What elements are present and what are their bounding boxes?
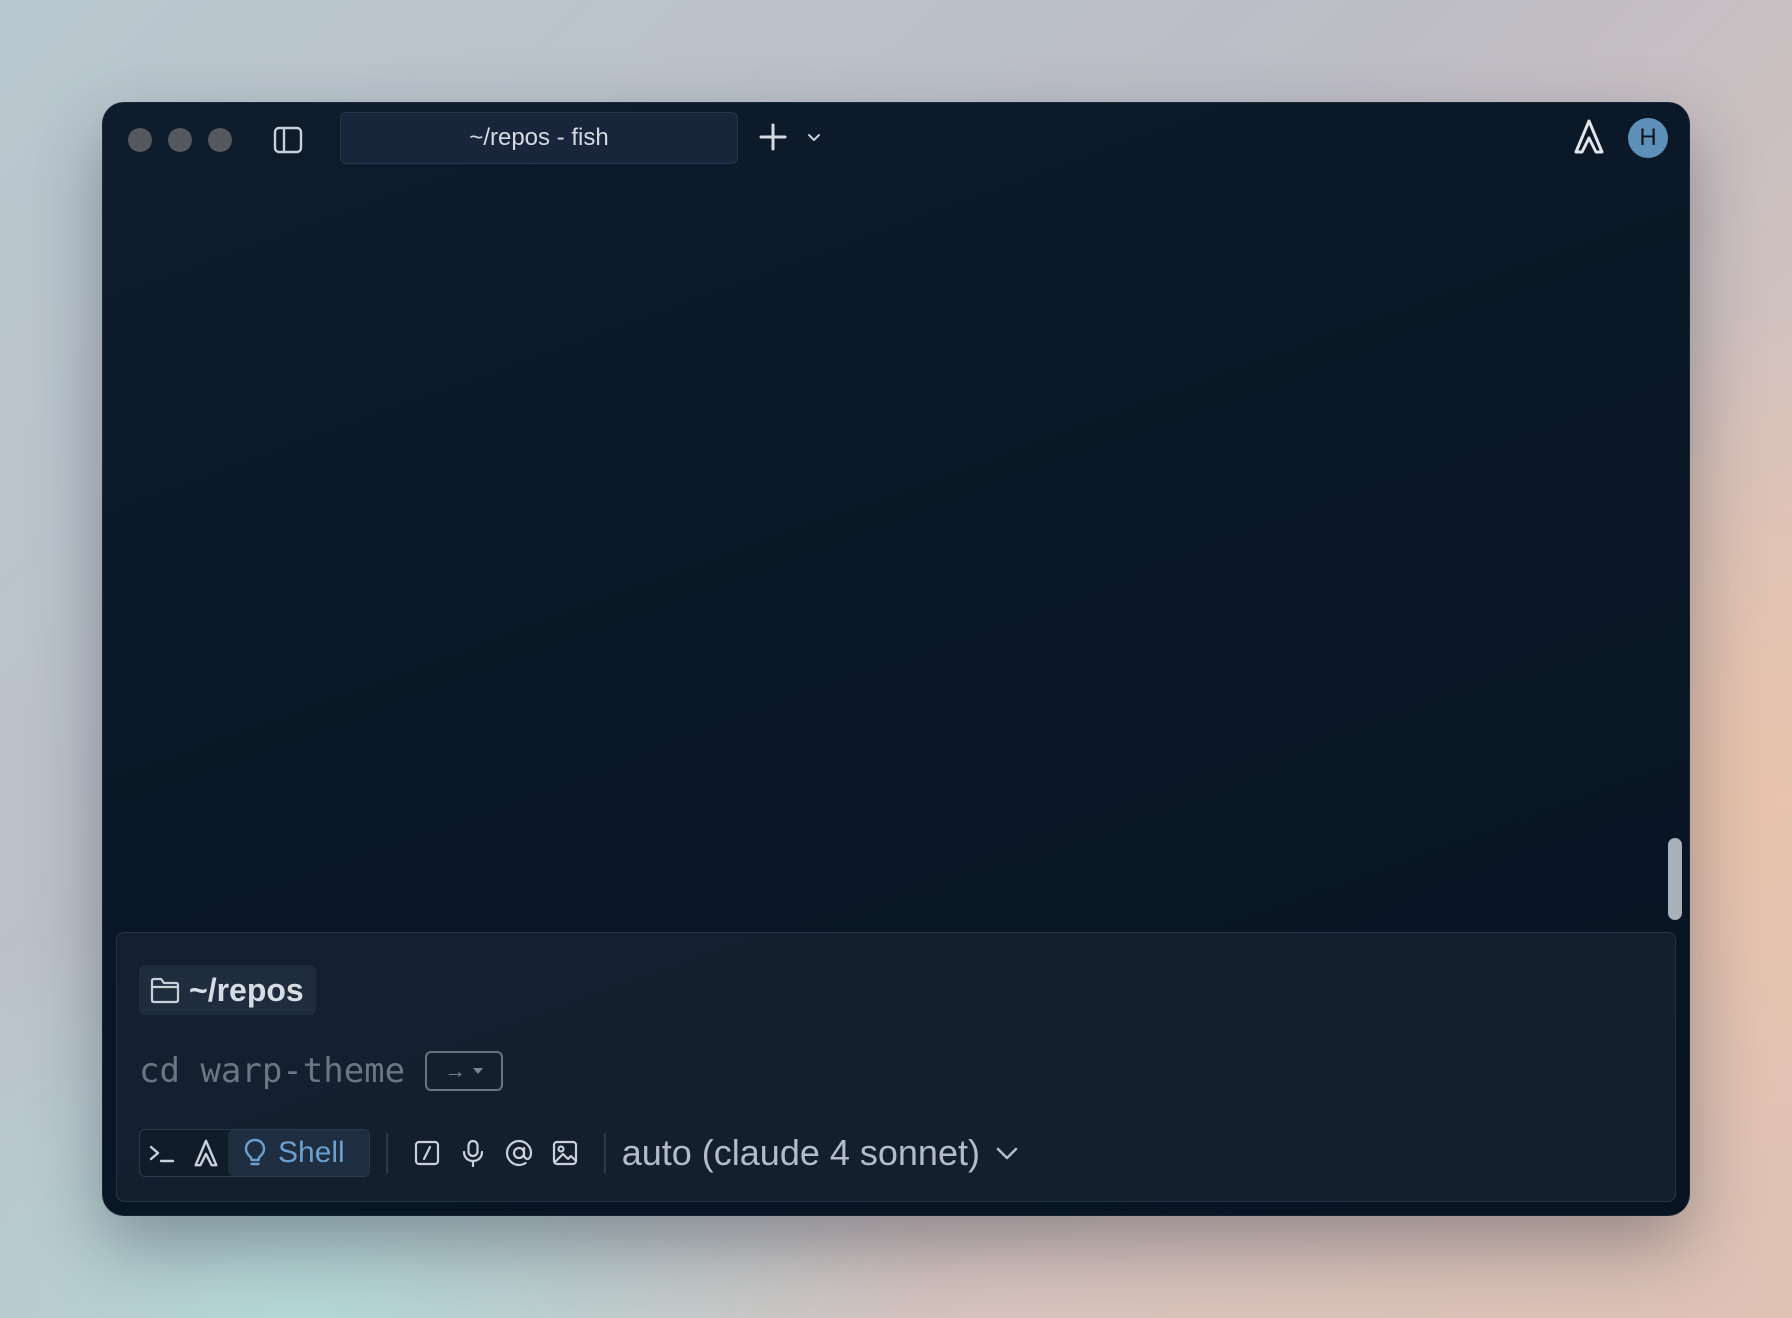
close-window-button[interactable] xyxy=(128,128,152,152)
caret-down-icon xyxy=(473,1068,484,1074)
plus-icon[interactable] xyxy=(756,120,790,154)
input-toolbar: Shell auto (claude 4 sonnet) xyxy=(139,1129,1020,1177)
chevron-down-icon[interactable] xyxy=(804,128,824,148)
command-input-panel: ~/repos cd warp-theme → Shell auto (clau… xyxy=(116,932,1676,1202)
at-sign-icon[interactable] xyxy=(496,1130,542,1176)
microphone-icon[interactable] xyxy=(450,1130,496,1176)
toolbar-divider xyxy=(385,1133,388,1173)
sidebar-toggle-icon[interactable] xyxy=(272,124,304,156)
command-input[interactable]: cd warp-theme → xyxy=(139,1051,504,1091)
command-suggestion: cd warp-theme xyxy=(139,1051,406,1091)
tab-title: ~/repos - fish xyxy=(469,124,609,151)
model-label: auto (claude 4 sonnet) xyxy=(621,1132,980,1173)
warp-agent-icon[interactable] xyxy=(184,1130,228,1176)
shell-mode-label: Shell xyxy=(278,1136,345,1169)
tab-active[interactable]: ~/repos - fish xyxy=(340,112,738,164)
avatar[interactable]: H xyxy=(1628,118,1668,158)
shell-mode-button[interactable]: Shell xyxy=(228,1130,369,1176)
accept-arrow: → xyxy=(444,1058,467,1083)
image-attach-icon[interactable] xyxy=(542,1130,588,1176)
terminal-window: ~/repos - fish H ~/repos cd warp-theme →… xyxy=(102,102,1690,1216)
slash-command-icon[interactable] xyxy=(404,1130,450,1176)
lightbulb-icon xyxy=(244,1138,266,1166)
chevron-down-icon xyxy=(996,1147,1018,1160)
title-bar: ~/repos - fish H xyxy=(102,102,1690,172)
toolbar-divider xyxy=(603,1133,606,1173)
folder-icon xyxy=(150,977,180,1004)
terminal-prompt-icon[interactable] xyxy=(140,1130,184,1176)
avatar-initial: H xyxy=(1639,124,1657,151)
accept-suggestion-button[interactable]: → xyxy=(425,1051,504,1091)
scrollbar-thumb[interactable] xyxy=(1668,838,1682,920)
minimize-window-button[interactable] xyxy=(168,128,192,152)
maximize-window-button[interactable] xyxy=(208,128,232,152)
current-directory-chip[interactable]: ~/repos xyxy=(139,965,316,1015)
model-selector[interactable]: auto (claude 4 sonnet) xyxy=(622,1132,1020,1174)
mode-switcher: Shell xyxy=(139,1129,370,1177)
current-directory-label: ~/repos xyxy=(189,971,304,1008)
warp-logo-icon[interactable] xyxy=(1572,118,1606,156)
